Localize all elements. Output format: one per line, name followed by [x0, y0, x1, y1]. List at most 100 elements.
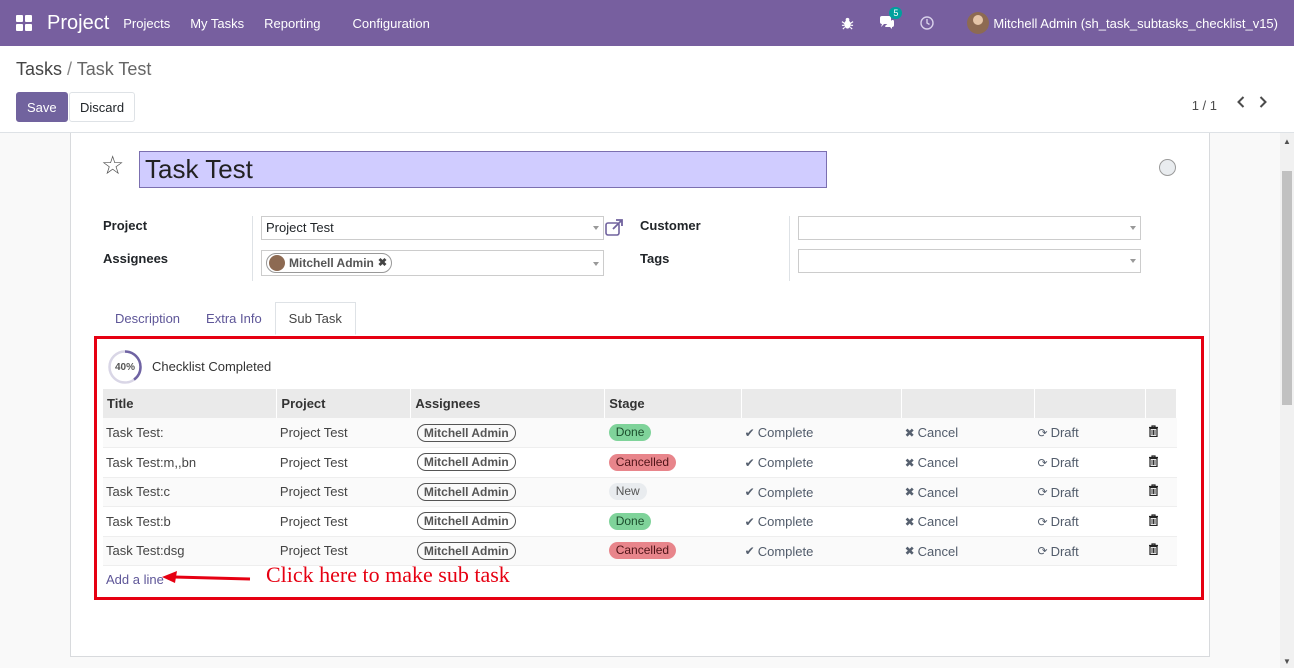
kanban-state-icon[interactable]: [1159, 159, 1176, 176]
subtask-project[interactable]: Project Test: [276, 418, 411, 448]
user-name[interactable]: Mitchell Admin (sh_task_subtasks_checkli…: [993, 16, 1278, 31]
draft-button[interactable]: ⟳ Draft: [1038, 544, 1079, 559]
save-button[interactable]: Save: [16, 92, 68, 122]
complete-cell: ✔ Complete: [741, 447, 902, 478]
subtask-project[interactable]: Project Test: [276, 447, 411, 478]
chevron-right-icon[interactable]: [1252, 95, 1274, 113]
menu-my-tasks[interactable]: My Tasks: [190, 16, 244, 31]
tags-field[interactable]: [798, 249, 1141, 273]
tab-description[interactable]: Description: [102, 302, 193, 335]
chevron-down-icon[interactable]: [1130, 259, 1136, 263]
tab-extra-info[interactable]: Extra Info: [193, 302, 275, 335]
trash-icon[interactable]: [1148, 425, 1159, 440]
subtask-assignee-cell[interactable]: Mitchell Admin: [410, 506, 605, 537]
chevron-left-icon[interactable]: [1230, 95, 1252, 113]
cancel-button[interactable]: ✖ Cancel: [905, 485, 959, 500]
column-header-project[interactable]: Project: [276, 389, 412, 418]
cancel-button[interactable]: ✖ Cancel: [905, 544, 959, 559]
table-row[interactable]: Task Test:b Project Test Mitchell Admin Don…: [103, 506, 1177, 537]
chevron-down-icon[interactable]: [593, 226, 599, 230]
cancel-button[interactable]: ✖ Cancel: [905, 455, 959, 470]
draft-button[interactable]: ⟳ Draft: [1038, 455, 1079, 470]
top-navbar: Project Projects My Tasks Reporting Conf…: [0, 0, 1294, 46]
column-header-stage[interactable]: Stage: [604, 389, 743, 418]
star-icon[interactable]: ☆: [101, 152, 124, 178]
column-header-title[interactable]: Title: [103, 389, 278, 418]
complete-button[interactable]: ✔ Complete: [745, 425, 814, 440]
menu-projects[interactable]: Projects: [123, 16, 170, 31]
subtask-title[interactable]: Task Test:c: [103, 477, 277, 507]
complete-button[interactable]: ✔ Complete: [745, 544, 814, 559]
chevron-down-icon[interactable]: [593, 262, 599, 266]
project-field-value: Project Test: [266, 220, 334, 235]
close-icon[interactable]: ✖: [378, 252, 387, 274]
table-row[interactable]: Task Test: Project Test Mitchell Admin Done…: [103, 418, 1177, 448]
subtask-stage-cell[interactable]: Done: [604, 418, 742, 448]
assignee-tag[interactable]: Mitchell Admin ✖: [266, 252, 393, 274]
subtask-project[interactable]: Project Test: [276, 506, 411, 537]
subtask-assignee-cell[interactable]: Mitchell Admin: [410, 447, 605, 478]
subtask-title[interactable]: Task Test:dsg: [103, 536, 277, 566]
notebook-tabs: Description Extra Info Sub Task: [102, 302, 356, 335]
project-field[interactable]: Project Test: [261, 216, 604, 240]
scrollbar[interactable]: ▲ ▼: [1280, 133, 1294, 668]
customer-field[interactable]: [798, 216, 1141, 240]
complete-cell: ✔ Complete: [741, 506, 902, 537]
complete-button[interactable]: ✔ Complete: [745, 485, 814, 500]
subtask-stage-cell[interactable]: Cancelled: [604, 447, 742, 478]
add-line-link[interactable]: Add a line: [106, 572, 164, 587]
task-title-input[interactable]: Task Test: [139, 151, 827, 188]
trash-icon[interactable]: [1148, 484, 1159, 499]
debug-bug-icon[interactable]: [839, 15, 855, 31]
draft-label: Draft: [1050, 455, 1079, 470]
subtask-project[interactable]: Project Test: [276, 477, 411, 507]
cancel-button[interactable]: ✖ Cancel: [905, 425, 959, 440]
trash-icon[interactable]: [1148, 514, 1159, 529]
user-avatar[interactable]: [967, 12, 990, 34]
subtask-stage-cell[interactable]: Cancelled: [604, 536, 742, 566]
cancel-button[interactable]: ✖ Cancel: [905, 514, 959, 529]
chat-icon[interactable]: 5: [879, 7, 903, 31]
scroll-up-icon[interactable]: ▲: [1283, 137, 1291, 146]
menu-reporting[interactable]: Reporting: [264, 16, 320, 31]
column-header-assignees[interactable]: Assignees: [410, 389, 606, 418]
table-row[interactable]: Task Test:dsg Project Test Mitchell Admin C…: [103, 536, 1177, 566]
trash-icon[interactable]: [1148, 543, 1159, 558]
check-icon: ✔: [744, 485, 755, 499]
breadcrumb-tasks[interactable]: Tasks: [16, 59, 62, 79]
chevron-down-icon[interactable]: [1130, 226, 1136, 230]
table-row[interactable]: Task Test:m,,bn Project Test Mitchell Admi…: [103, 447, 1177, 478]
apps-menu-icon[interactable]: [16, 15, 32, 31]
draft-button[interactable]: ⟳ Draft: [1038, 425, 1079, 440]
draft-button[interactable]: ⟳ Draft: [1038, 485, 1079, 500]
field-separator: [789, 216, 790, 281]
menu-configuration[interactable]: Configuration: [353, 16, 430, 31]
cancel-cell: ✖ Cancel: [901, 477, 1035, 507]
tab-sub-task[interactable]: Sub Task: [274, 302, 356, 335]
pager-value[interactable]: 1 / 1: [1192, 98, 1217, 113]
app-brand[interactable]: Project: [47, 12, 109, 35]
scroll-thumb[interactable]: [1282, 171, 1292, 405]
subtask-title[interactable]: Task Test:b: [103, 506, 277, 537]
subtask-stage-cell[interactable]: Done: [604, 506, 742, 537]
scroll-down-icon[interactable]: ▼: [1283, 657, 1291, 666]
assignees-field[interactable]: Mitchell Admin ✖: [261, 250, 604, 276]
draft-label: Draft: [1050, 514, 1079, 529]
complete-button[interactable]: ✔ Complete: [745, 455, 814, 470]
table-row[interactable]: Task Test:c Project Test Mitchell Admin New…: [103, 477, 1177, 507]
subtask-title[interactable]: Task Test:m,,bn: [103, 447, 277, 478]
subtask-stage-cell[interactable]: New: [604, 477, 742, 507]
draft-button[interactable]: ⟳ Draft: [1038, 514, 1079, 529]
delete-cell: [1145, 447, 1177, 478]
complete-button[interactable]: ✔ Complete: [745, 514, 814, 529]
external-link-icon[interactable]: [605, 219, 625, 237]
subtask-title[interactable]: Task Test:: [103, 418, 277, 448]
subtask-assignee-cell[interactable]: Mitchell Admin: [410, 418, 605, 448]
activity-clock-icon[interactable]: [919, 15, 935, 31]
complete-cell: ✔ Complete: [741, 477, 902, 507]
discard-button[interactable]: Discard: [69, 92, 136, 122]
annotation-arrow-icon: [162, 571, 251, 583]
trash-icon[interactable]: [1148, 455, 1159, 470]
subtask-assignee-cell[interactable]: Mitchell Admin: [410, 477, 605, 507]
delete-cell: [1145, 536, 1177, 566]
